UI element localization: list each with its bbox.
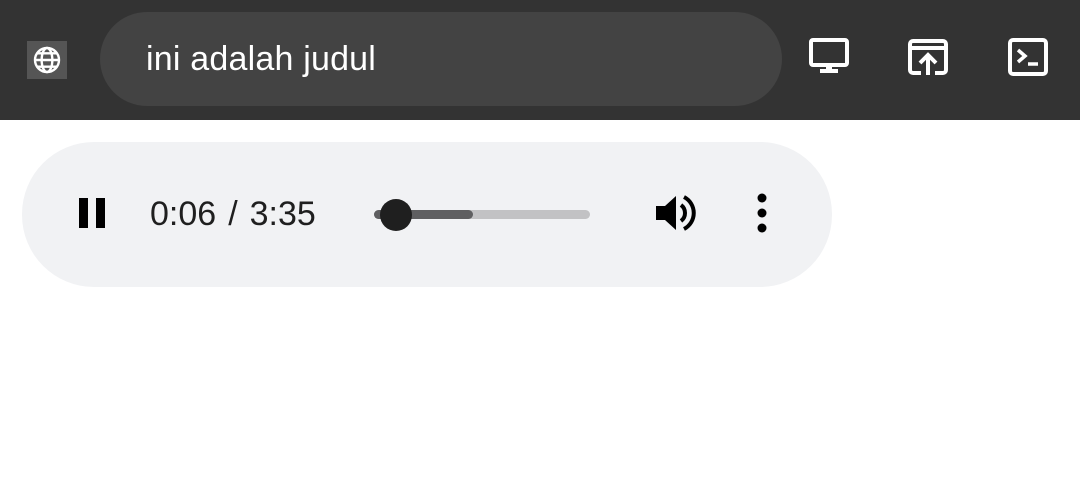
pause-button[interactable] xyxy=(72,193,112,237)
monitor-icon xyxy=(808,37,850,82)
page-title: ini adalah judul xyxy=(146,39,377,78)
top-bar: ini adalah judul xyxy=(0,0,1080,120)
more-options-button[interactable] xyxy=(748,193,776,237)
pause-icon xyxy=(76,196,108,235)
seek-thumb[interactable] xyxy=(380,199,412,231)
duration: 3:35 xyxy=(249,195,316,233)
open-in-browser-button[interactable] xyxy=(905,36,951,82)
volume-icon xyxy=(653,191,699,240)
current-time: 0:06 xyxy=(150,195,217,233)
globe-icon[interactable] xyxy=(27,41,67,79)
time-display: 0:06 / 3:35 xyxy=(150,194,316,234)
title-pill[interactable]: ini adalah judul xyxy=(100,12,782,106)
terminal-icon xyxy=(1007,37,1049,82)
volume-button[interactable] xyxy=(653,192,699,238)
cast-to-screen-button[interactable] xyxy=(806,36,852,82)
more-vertical-icon xyxy=(756,193,768,238)
open-external-icon xyxy=(907,36,949,83)
time-separator: / xyxy=(228,195,238,233)
seek-slider[interactable] xyxy=(374,199,590,231)
console-button[interactable] xyxy=(1005,36,1051,82)
